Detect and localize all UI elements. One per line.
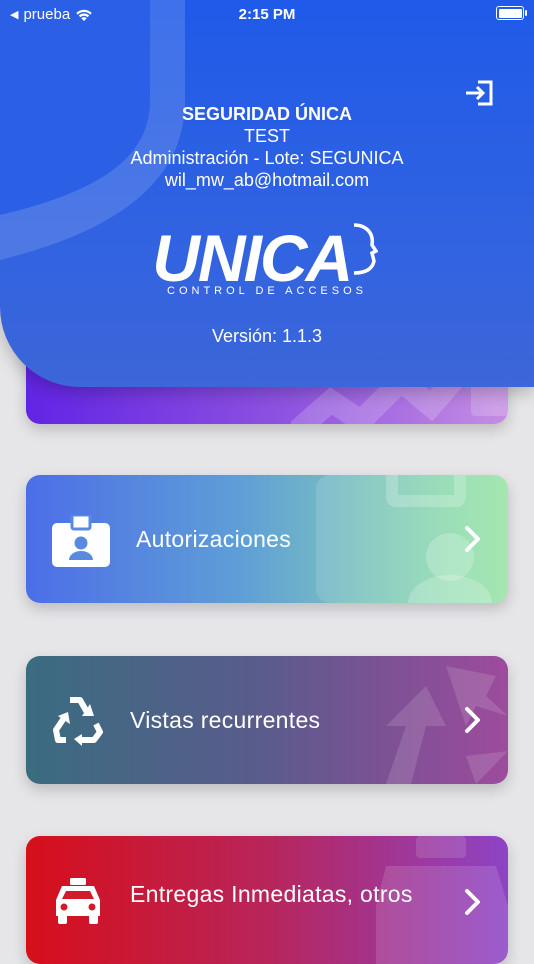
recycle-icon (52, 694, 104, 751)
menu-label: Autorizaciones (136, 525, 292, 552)
user-name: TEST (243, 126, 290, 146)
user-email: wil_mw_ab@hotmail.com (164, 170, 370, 190)
unica-logo: UNICA (0, 221, 534, 295)
logo-word: UNICA (152, 221, 353, 295)
taxi-icon (52, 878, 104, 929)
menu-card-autorizaciones[interactable]: Autorizaciones (26, 475, 508, 603)
clock: 2:15 PM (238, 6, 296, 23)
profile-header: SEGURIDAD ÚNICA TEST Administración - Lo… (0, 0, 534, 387)
chevron-right-icon (465, 889, 480, 915)
menu-label: Entregas Inmediatas, otros (130, 880, 413, 907)
user-info: SEGURIDAD ÚNICA TEST Administración - Lo… (0, 103, 534, 191)
menu-card-vistas-recurrentes[interactable]: Vistas recurrentes (26, 656, 508, 784)
user-role: Administración - Lote: SEGUNICA (130, 148, 404, 168)
battery-icon (496, 6, 527, 20)
logo-tagline: CONTROL DE ACCESOS (167, 285, 367, 297)
chevron-right-icon (465, 707, 480, 733)
menu-label: Vistas recurrentes (130, 706, 321, 733)
faces-icon (353, 223, 379, 275)
company-name: SEGURIDAD ÚNICA (181, 104, 352, 124)
status-bar: ◀ prueba 2:15 PM (0, 0, 534, 30)
chevron-right-icon (465, 526, 480, 552)
badge-icon (52, 513, 110, 572)
app-version: Versión: 1.1.3 (211, 326, 323, 346)
menu-card-entregas[interactable]: Entregas Inmediatas, otros (26, 836, 508, 964)
